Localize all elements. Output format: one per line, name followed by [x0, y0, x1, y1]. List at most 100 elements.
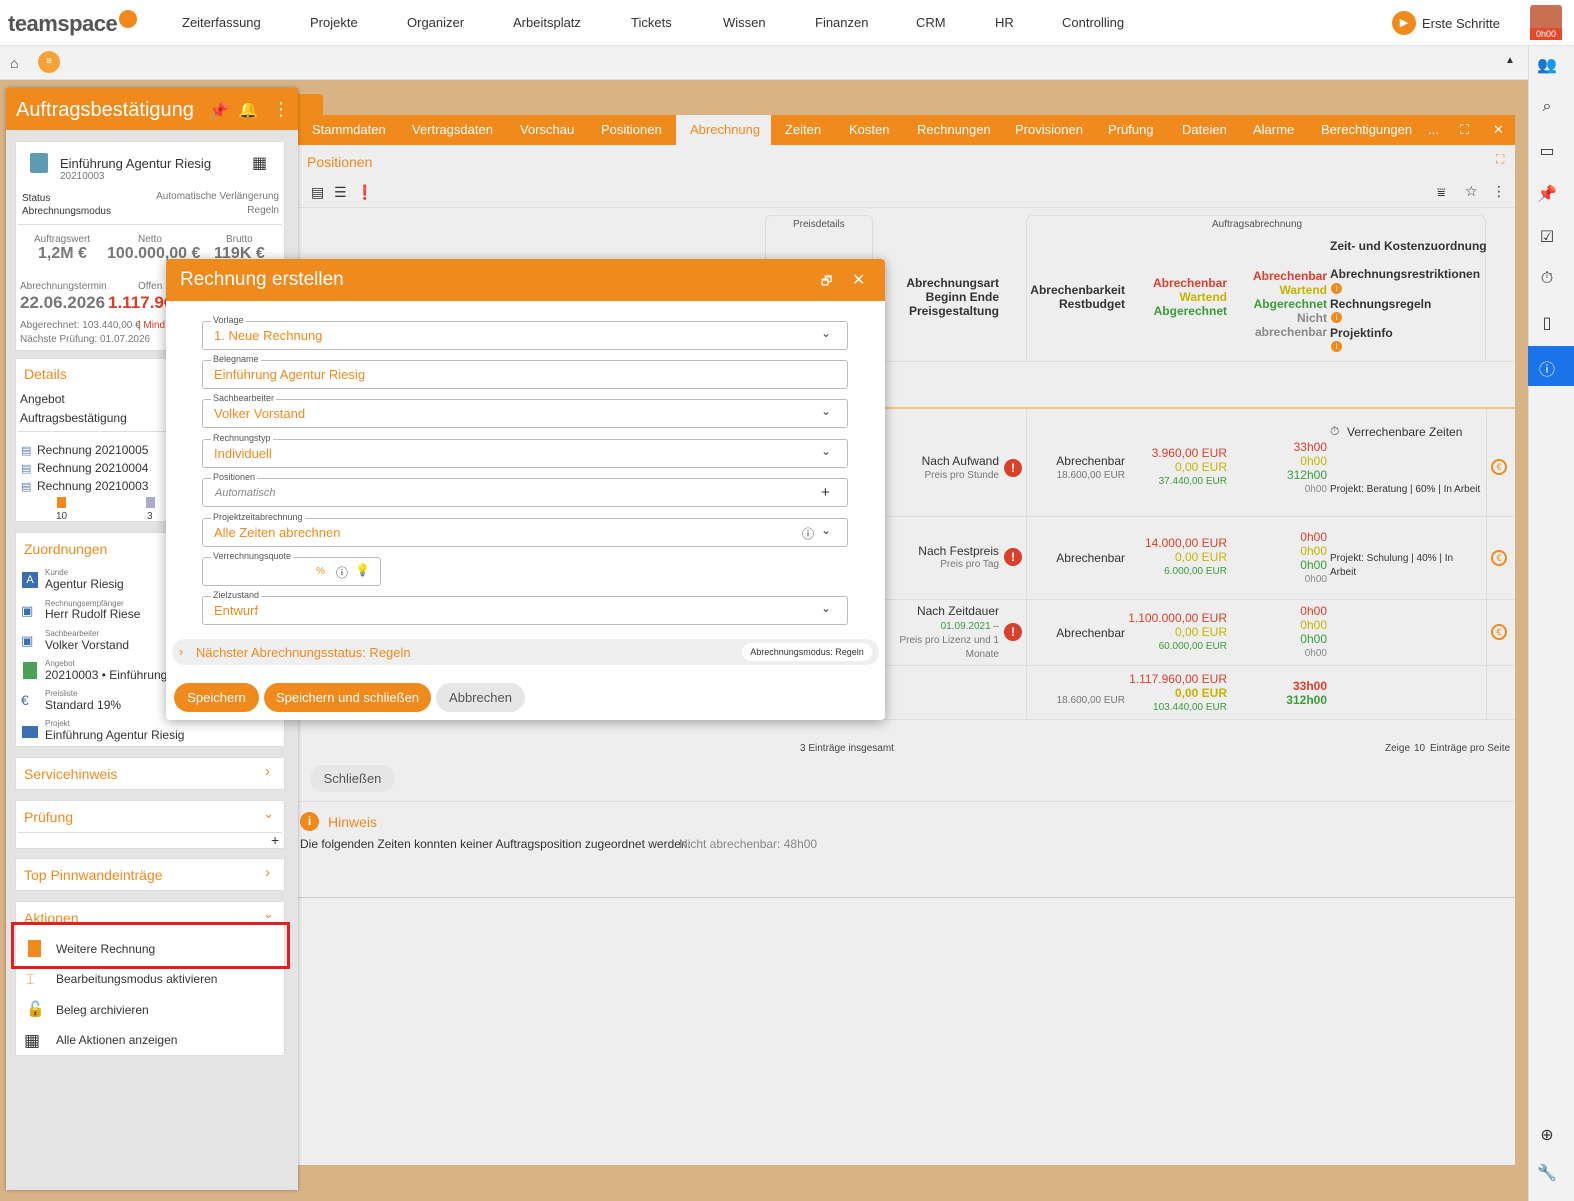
schliessen-button[interactable]: Schließen: [310, 765, 395, 792]
tab-zeiten[interactable]: Zeiten: [785, 122, 821, 137]
warning-filter-icon[interactable]: ❗: [356, 184, 373, 201]
tab-abrechnung[interactable]: Abrechnung: [690, 122, 760, 137]
expand-icon[interactable]: ⛶: [1496, 152, 1504, 167]
nav-finanzen[interactable]: Finanzen: [815, 15, 868, 30]
tab-rechnungen[interactable]: Rechnungen: [917, 122, 991, 137]
grid-icon[interactable]: ▦: [252, 153, 267, 173]
tab-positionen[interactable]: Positionen: [601, 122, 662, 137]
chevron-right-icon[interactable]: ›: [179, 644, 183, 659]
list-view-icon[interactable]: ▤: [311, 184, 324, 201]
zielzustand-select[interactable]: [202, 596, 848, 625]
coins-icon[interactable]: €: [1491, 550, 1507, 566]
inbox-icon[interactable]: ▭: [1536, 141, 1558, 163]
zuordnung-value[interactable]: Einführung Agentur Riesig: [45, 728, 184, 742]
zuordnungen-title[interactable]: Zuordnungen: [24, 541, 107, 557]
rechnungstyp-select[interactable]: [202, 439, 848, 468]
star-icon[interactable]: ☆: [1465, 183, 1478, 200]
coins-icon[interactable]: €: [1491, 624, 1507, 640]
chevron-down-icon[interactable]: ⌄: [821, 601, 831, 615]
search-icon[interactable]: ⌕: [1536, 98, 1558, 120]
servicehinweis-title[interactable]: Servicehinweis: [24, 766, 117, 782]
filter-icon[interactable]: ⩸: [1437, 184, 1446, 201]
compact-view-icon[interactable]: ☰: [334, 184, 347, 201]
wrench-icon[interactable]: 🔧: [1536, 1163, 1558, 1185]
tab-kosten[interactable]: Kosten: [849, 122, 889, 137]
chevron-down-icon[interactable]: ⌄: [821, 444, 831, 458]
save-button[interactable]: Speichern: [174, 683, 259, 712]
info-icon[interactable]: i: [1331, 341, 1342, 352]
more-vertical-icon[interactable]: ⋮: [272, 99, 290, 120]
zuordnung-value[interactable]: Herr Rudolf Riese: [45, 607, 140, 621]
details-item[interactable]: Angebot: [20, 392, 65, 406]
lightbulb-icon[interactable]: 💡: [355, 563, 370, 577]
action-alle-aktionen[interactable]: Alle Aktionen anzeigen: [56, 1033, 177, 1047]
pin-icon[interactable]: 📌: [1536, 184, 1558, 206]
warning-icon[interactable]: !: [1004, 548, 1022, 566]
nav-wissen[interactable]: Wissen: [723, 15, 766, 30]
action-bearbeitungsmodus[interactable]: Bearbeitungsmodus aktivieren: [56, 972, 217, 986]
chevron-right-icon[interactable]: ›: [265, 763, 270, 780]
tab-stammdaten[interactable]: Stammdaten: [312, 122, 386, 137]
add-icon[interactable]: +: [271, 832, 279, 848]
erste-schritte-link[interactable]: Erste Schritte: [1422, 16, 1500, 31]
nav-arbeitsplatz[interactable]: Arbeitsplatz: [513, 15, 581, 30]
nav-controlling[interactable]: Controlling: [1062, 15, 1124, 30]
nav-projekte[interactable]: Projekte: [310, 15, 358, 30]
tab-vorschau[interactable]: Vorschau: [520, 122, 574, 137]
zuordnung-value[interactable]: Volker Vorstand: [45, 638, 129, 652]
tab-more[interactable]: ...: [1428, 122, 1439, 137]
collapse-up-icon[interactable]: ▲: [1505, 55, 1515, 66]
chevron-down-icon[interactable]: ⌄: [263, 806, 274, 822]
add-icon[interactable]: +: [821, 484, 830, 501]
pinnwand-title[interactable]: Top Pinnwandeinträge: [24, 867, 163, 883]
action-archivieren[interactable]: Beleg archivieren: [56, 1003, 149, 1017]
coins-icon[interactable]: €: [1491, 459, 1507, 475]
rechnung-link[interactable]: Rechnung 20210004: [37, 461, 148, 475]
tab-alarme[interactable]: Alarme: [1253, 122, 1294, 137]
app-logo[interactable]: teamspace: [8, 10, 138, 37]
nav-hr[interactable]: HR: [995, 15, 1014, 30]
chevron-down-icon[interactable]: ⌄: [821, 404, 831, 418]
mobile-icon[interactable]: ▯: [1536, 313, 1558, 335]
tab-berechtigungen[interactable]: Berechtigungen: [1321, 122, 1412, 137]
nav-crm[interactable]: CRM: [916, 15, 946, 30]
add-circle-icon[interactable]: ⊕: [1536, 1125, 1558, 1147]
zuordnung-value[interactable]: 20210003 • Einführung: [45, 668, 167, 682]
tab-provisionen[interactable]: Provisionen: [1015, 122, 1083, 137]
info-icon[interactable]: ⓘ: [336, 564, 348, 581]
warning-icon[interactable]: !: [1004, 623, 1022, 641]
home-icon[interactable]: ⌂: [10, 55, 18, 71]
close-icon[interactable]: ✕: [852, 270, 865, 290]
tab-vertragsdaten[interactable]: Vertragsdaten: [412, 122, 493, 137]
chevron-right-icon[interactable]: ›: [265, 864, 270, 881]
tab-pruefung[interactable]: Prüfung: [1108, 122, 1154, 137]
pruefung-title[interactable]: Prüfung: [24, 809, 73, 825]
rechnung-link[interactable]: Rechnung 20210003: [37, 479, 148, 493]
info-icon[interactable]: i: [1331, 312, 1342, 323]
pin-icon[interactable]: 📌: [209, 101, 229, 121]
details-item[interactable]: Auftragsbestätigung: [20, 411, 127, 425]
close-panel-icon[interactable]: ✕: [1493, 122, 1504, 138]
positionen-input[interactable]: [202, 478, 848, 507]
cancel-button[interactable]: Abbrechen: [436, 683, 525, 712]
chevron-down-icon[interactable]: ⌄: [821, 326, 831, 340]
users-icon[interactable]: 👥: [1536, 55, 1558, 77]
nav-organizer[interactable]: Organizer: [407, 15, 464, 30]
restore-window-icon[interactable]: 🗗: [821, 272, 832, 293]
chevron-down-icon[interactable]: ⌄: [821, 523, 831, 537]
nav-tickets[interactable]: Tickets: [631, 15, 672, 30]
menu-icon[interactable]: ≡: [38, 51, 60, 73]
save-close-button[interactable]: Speichern und schließen: [264, 683, 431, 712]
details-title[interactable]: Details: [24, 366, 67, 382]
maximize-icon[interactable]: ⛶: [1460, 122, 1469, 138]
nav-zeiterfassung[interactable]: Zeiterfassung: [182, 15, 261, 30]
play-icon[interactable]: ▶: [1392, 11, 1416, 35]
more-vertical-icon[interactable]: ⋮: [1492, 183, 1506, 200]
checklist-icon[interactable]: ☑: [1536, 227, 1558, 249]
bell-icon[interactable]: 🔔: [238, 100, 258, 120]
rechnung-link[interactable]: Rechnung 20210005: [37, 443, 148, 457]
info-icon[interactable]: ⓘ: [802, 525, 814, 542]
page-size-select[interactable]: 10: [1414, 743, 1425, 754]
info-icon[interactable]: ⓘ: [1536, 356, 1558, 379]
zuordnung-value[interactable]: Standard 19%: [45, 698, 121, 712]
